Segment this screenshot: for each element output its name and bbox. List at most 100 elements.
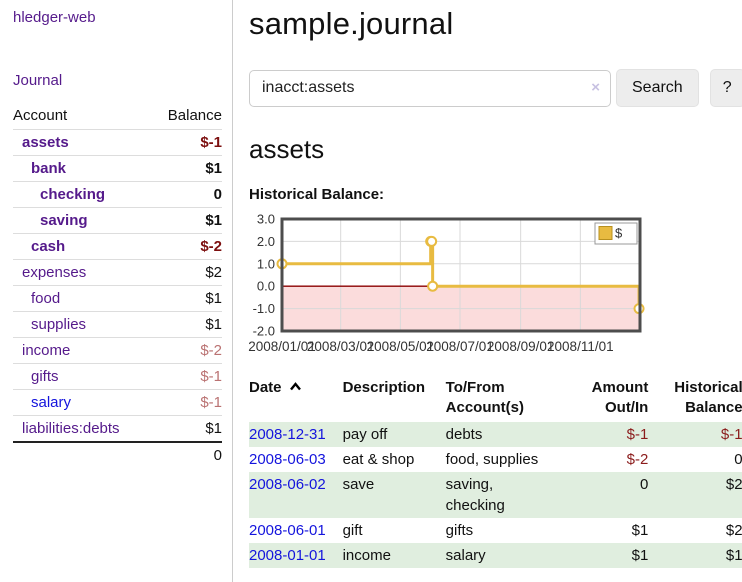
txn-date-cell: 2008-12-31: [249, 422, 343, 447]
svg-text:$: $: [615, 226, 623, 241]
account-balance: $-2: [152, 234, 222, 260]
txn-amount: $-1: [575, 422, 651, 447]
account-cell: liabilities:debts: [13, 416, 152, 443]
register-header-row: Date DescriptionTo/FromAccount(s)AmountO…: [249, 376, 742, 422]
account-link[interactable]: assets: [22, 134, 69, 151]
txn-balance: $2: [650, 472, 742, 518]
txn-accounts: salary: [446, 543, 575, 568]
account-link[interactable]: salary: [31, 394, 71, 411]
account-row: assets$-1: [13, 130, 222, 156]
account-row: liabilities:debts $1: [13, 416, 222, 443]
account-link[interactable]: gifts: [31, 368, 59, 385]
txn-accounts: gifts: [446, 518, 575, 543]
journal-link[interactable]: Journal: [13, 72, 222, 89]
txn-date-link[interactable]: 2008-06-02: [249, 476, 326, 493]
account-balance: $-2: [152, 338, 222, 364]
txn-date-cell: 2008-06-02: [249, 472, 343, 518]
txn-date-link[interactable]: 2008-12-31: [249, 426, 326, 443]
svg-text:2008/03/01: 2008/03/01: [307, 339, 375, 354]
account-cell: gifts: [13, 364, 152, 390]
account-link[interactable]: food: [31, 290, 60, 307]
account-balance: $1: [152, 416, 222, 443]
data-point-marker: [428, 282, 437, 291]
historical-balance-chart: 3.02.01.00.0-1.0-2.02008/01/012008/03/01…: [242, 209, 742, 366]
account-row: checking 0: [13, 182, 222, 208]
accounts-total-row: 0: [13, 442, 222, 468]
account-heading: assets: [249, 134, 742, 165]
search-button[interactable]: Search: [616, 69, 699, 107]
svg-text:0.0: 0.0: [257, 279, 275, 294]
txn-description: income: [343, 543, 446, 568]
account-cell: income: [13, 338, 152, 364]
account-cell: cash: [13, 234, 152, 260]
account-cell: salary: [13, 390, 152, 416]
account-cell: bank: [13, 156, 152, 182]
account-cell: expenses: [13, 260, 152, 286]
app-title-link[interactable]: hledger-web: [13, 9, 222, 26]
txn-amount: $1: [575, 518, 651, 543]
txn-date-link[interactable]: 2008-06-01: [249, 522, 326, 539]
account-row: cash $-2: [13, 234, 222, 260]
txn-date-link[interactable]: 2008-01-01: [249, 547, 326, 564]
clear-search-icon[interactable]: ×: [591, 80, 600, 95]
account-link[interactable]: saving: [40, 212, 88, 229]
account-row: food$1: [13, 286, 222, 312]
txn-accounts: food, supplies: [446, 447, 575, 472]
txn-description: pay off: [343, 422, 446, 447]
transaction-row: 2008-06-03eat & shopfood, supplies$-20: [249, 447, 742, 472]
txn-description: eat & shop: [343, 447, 446, 472]
txn-balance: $-1: [650, 422, 742, 447]
register-header-historical: HistoricalBalance: [650, 376, 742, 422]
account-link[interactable]: bank: [31, 160, 66, 177]
account-balance: 0: [152, 182, 222, 208]
search-input[interactable]: [249, 70, 611, 107]
account-link[interactable]: checking: [40, 186, 105, 203]
txn-date-link[interactable]: 2008-06-03: [249, 451, 326, 468]
account-cell: saving: [13, 208, 152, 234]
account-link[interactable]: income: [22, 342, 70, 359]
hledger-web-app: hledger-web Journal Account Balance asse…: [0, 0, 742, 582]
accounts-header-row: Account Balance: [13, 104, 222, 130]
accounts-header-account: Account: [13, 104, 152, 130]
account-link[interactable]: expenses: [22, 264, 86, 281]
txn-description: save: [343, 472, 446, 518]
account-row: income $-2: [13, 338, 222, 364]
txn-date-cell: 2008-06-03: [249, 447, 343, 472]
account-link[interactable]: liabilities:debts: [22, 420, 120, 437]
accounts-total-value: 0: [152, 442, 222, 468]
help-button[interactable]: ?: [710, 69, 742, 107]
account-cell: checking: [13, 182, 152, 208]
account-balance: $1: [152, 312, 222, 338]
register-header-date[interactable]: Date: [249, 376, 343, 422]
transaction-row: 2008-06-02savesaving,checking0$2: [249, 472, 742, 518]
account-row: salary $-1: [13, 390, 222, 416]
sort-asc-icon: [289, 382, 302, 391]
svg-text:2008/07/01: 2008/07/01: [426, 339, 494, 354]
account-row: bank $1: [13, 156, 222, 182]
register-header-amount: AmountOut/In: [575, 376, 651, 422]
account-balance: $-1: [152, 390, 222, 416]
legend-swatch: [599, 227, 612, 240]
txn-description: gift: [343, 518, 446, 543]
account-cell: food: [13, 286, 152, 312]
svg-text:2008/09/01: 2008/09/01: [487, 339, 555, 354]
account-balance: $-1: [152, 364, 222, 390]
account-cell: supplies: [13, 312, 152, 338]
svg-text:2008/11/01: 2008/11/01: [547, 339, 614, 354]
account-balance: $1: [152, 156, 222, 182]
txn-amount: $-2: [575, 447, 651, 472]
register-header-to-from: To/FromAccount(s): [446, 376, 575, 422]
page-title: sample.journal: [249, 6, 742, 42]
txn-balance: $1: [650, 543, 742, 568]
register-header-description: Description: [343, 376, 446, 422]
svg-text:2008/01/01: 2008/01/01: [248, 339, 316, 354]
account-link[interactable]: supplies: [31, 316, 86, 333]
account-link[interactable]: cash: [31, 238, 65, 255]
txn-date-cell: 2008-01-01: [249, 543, 343, 568]
svg-text:3.0: 3.0: [257, 212, 275, 227]
account-balance: $1: [152, 208, 222, 234]
register-table: Date DescriptionTo/FromAccount(s)AmountO…: [249, 376, 742, 568]
account-row: gifts $-1: [13, 364, 222, 390]
svg-text:2.0: 2.0: [257, 234, 275, 249]
search-box: ×: [249, 70, 611, 107]
